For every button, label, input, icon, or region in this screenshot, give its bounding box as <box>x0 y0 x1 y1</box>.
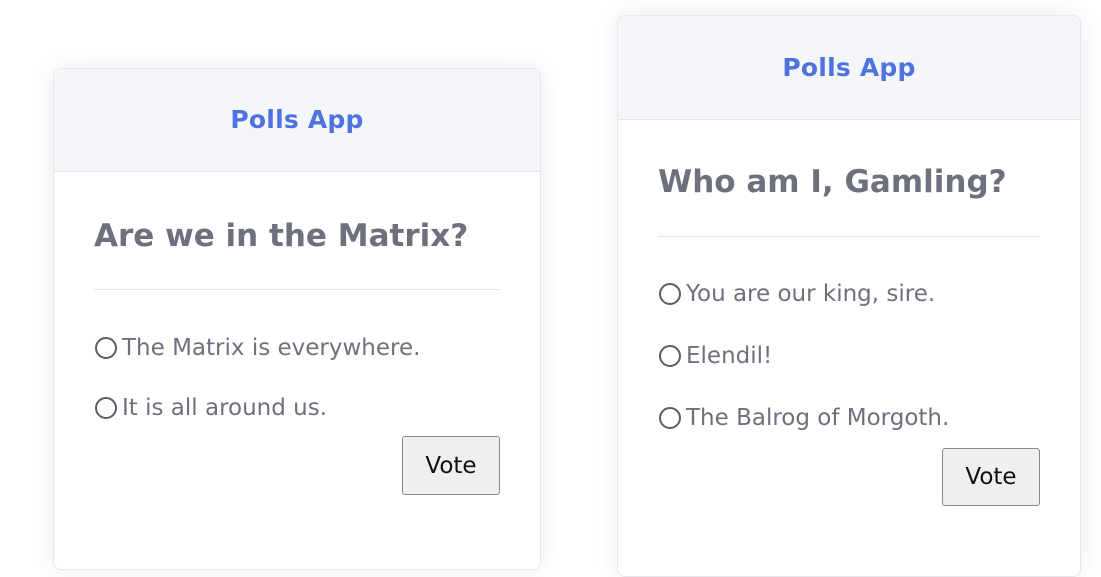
poll-options: The Matrix is everywhere. It is all arou… <box>94 332 500 424</box>
radio-unchecked-icon[interactable] <box>95 397 117 419</box>
radio-unchecked-icon[interactable] <box>659 345 681 367</box>
poll-card: Polls App Are we in the Matrix? The Matr… <box>53 68 541 570</box>
card-body: Are we in the Matrix? The Matrix is ever… <box>54 172 540 495</box>
poll-card: Polls App Who am I, Gamling? You are our… <box>617 15 1081 577</box>
card-header: Polls App <box>54 69 540 172</box>
app-title: Polls App <box>230 105 364 134</box>
vote-button[interactable]: Vote <box>402 436 500 495</box>
vote-button[interactable]: Vote <box>942 448 1040 506</box>
card-body: Who am I, Gamling? You are our king, sir… <box>618 120 1080 506</box>
poll-options: You are our king, sire. Elendil! The Bal… <box>658 278 1040 434</box>
poll-question: Are we in the Matrix? <box>94 218 469 254</box>
option-label: You are our king, sire. <box>686 281 936 307</box>
option-label: It is all around us. <box>122 395 328 421</box>
app-title: Polls App <box>782 53 916 82</box>
option-label: The Matrix is everywhere. <box>122 335 421 361</box>
option-label: Elendil! <box>686 343 773 369</box>
divider <box>94 289 500 290</box>
option-label: The Balrog of Morgoth. <box>686 405 950 431</box>
vote-row: Vote <box>94 436 500 495</box>
divider <box>658 236 1040 237</box>
poll-option[interactable]: You are our king, sire. <box>658 278 1040 310</box>
poll-option[interactable]: It is all around us. <box>94 392 500 424</box>
poll-option[interactable]: Elendil! <box>658 340 1040 372</box>
card-header: Polls App <box>618 16 1080 120</box>
radio-unchecked-icon[interactable] <box>95 337 117 359</box>
radio-unchecked-icon[interactable] <box>659 407 681 429</box>
poll-question: Who am I, Gamling? <box>658 164 1007 200</box>
radio-unchecked-icon[interactable] <box>659 283 681 305</box>
poll-option[interactable]: The Balrog of Morgoth. <box>658 402 1040 434</box>
poll-option[interactable]: The Matrix is everywhere. <box>94 332 500 364</box>
vote-row: Vote <box>658 448 1040 506</box>
